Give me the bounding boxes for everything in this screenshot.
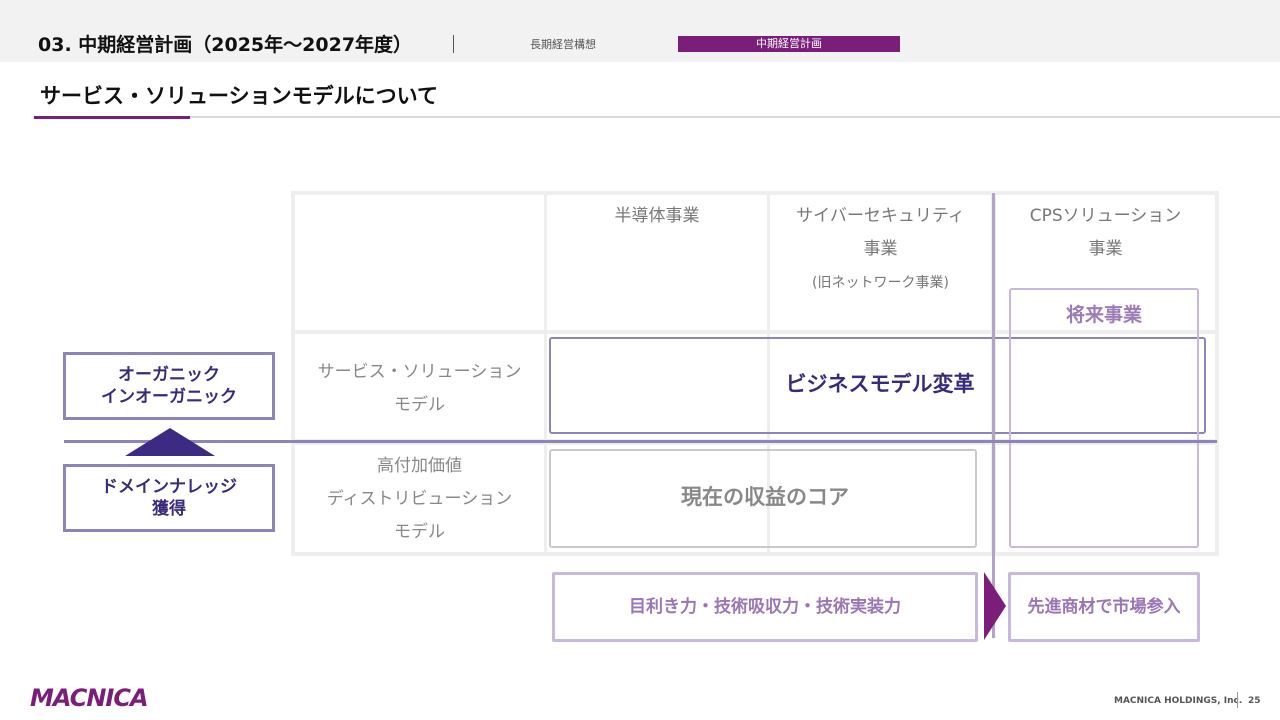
section-title: 03. 中期経営計画（2025年〜2027年度） bbox=[38, 34, 413, 56]
footer-divider bbox=[1237, 692, 1238, 708]
future-business-box bbox=[1009, 288, 1199, 548]
up-arrow-icon bbox=[125, 428, 215, 456]
footer-company: MACNICA HOLDINGS, Inc. bbox=[1114, 696, 1243, 706]
column-header-cyber-line1: サイバーセキュリティ bbox=[796, 206, 965, 226]
market-entry-box: 先進商材で市場参入 bbox=[1008, 572, 1200, 642]
organic-label: オーガニック bbox=[118, 365, 220, 385]
current-core-label: 現在の収益のコア bbox=[681, 485, 849, 509]
right-arrow-icon bbox=[984, 572, 1006, 640]
domain-knowledge-box: ドメインナレッジ 獲得 bbox=[63, 464, 275, 532]
page-title: サービス・ソリューションモデルについて bbox=[40, 84, 438, 108]
inorganic-label: インオーガニック bbox=[101, 387, 237, 407]
title-underline-accent bbox=[34, 116, 190, 119]
row-label-distribution-line1: 高付加価値 bbox=[377, 456, 462, 476]
title-divider bbox=[453, 35, 454, 53]
domain-knowledge-label: ドメインナレッジ bbox=[101, 477, 237, 497]
row-label-service-line1: サービス・ソリューション bbox=[317, 362, 522, 382]
column-header-semiconductor: 半導体事業 bbox=[614, 206, 700, 226]
capabilities-box: 目利き力・技術吸収力・技術実装力 bbox=[552, 572, 978, 642]
row-label-distribution-line3: モデル bbox=[394, 522, 445, 542]
acquisition-label: 獲得 bbox=[152, 499, 186, 519]
tab-mid-term-plan[interactable]: 中期経営計画 bbox=[678, 36, 900, 52]
business-model-change-label: ビジネスモデル変革 bbox=[785, 372, 975, 396]
tab-long-term-vision[interactable]: 長期経営構想 bbox=[530, 36, 596, 52]
matrix-corner-cell bbox=[295, 195, 544, 330]
page-number: 25 bbox=[1248, 696, 1261, 706]
column-header-cps-line1: CPSソリューション bbox=[1029, 206, 1182, 226]
column-header-cyber-note: (旧ネットワーク事業) bbox=[812, 275, 949, 291]
company-logo: MACNICA bbox=[30, 684, 149, 712]
organic-box: オーガニック インオーガニック bbox=[63, 352, 275, 420]
column-header-cyber-line2: 事業 bbox=[863, 239, 898, 259]
row-label-service-line2: モデル bbox=[394, 395, 445, 415]
future-business-label: 将来事業 bbox=[1065, 304, 1142, 326]
row-label-distribution-line2: ディストリビューション bbox=[326, 489, 513, 509]
title-underline bbox=[190, 116, 1280, 118]
horizontal-divider bbox=[64, 440, 1217, 443]
column-header-cps-line2: 事業 bbox=[1088, 239, 1123, 259]
